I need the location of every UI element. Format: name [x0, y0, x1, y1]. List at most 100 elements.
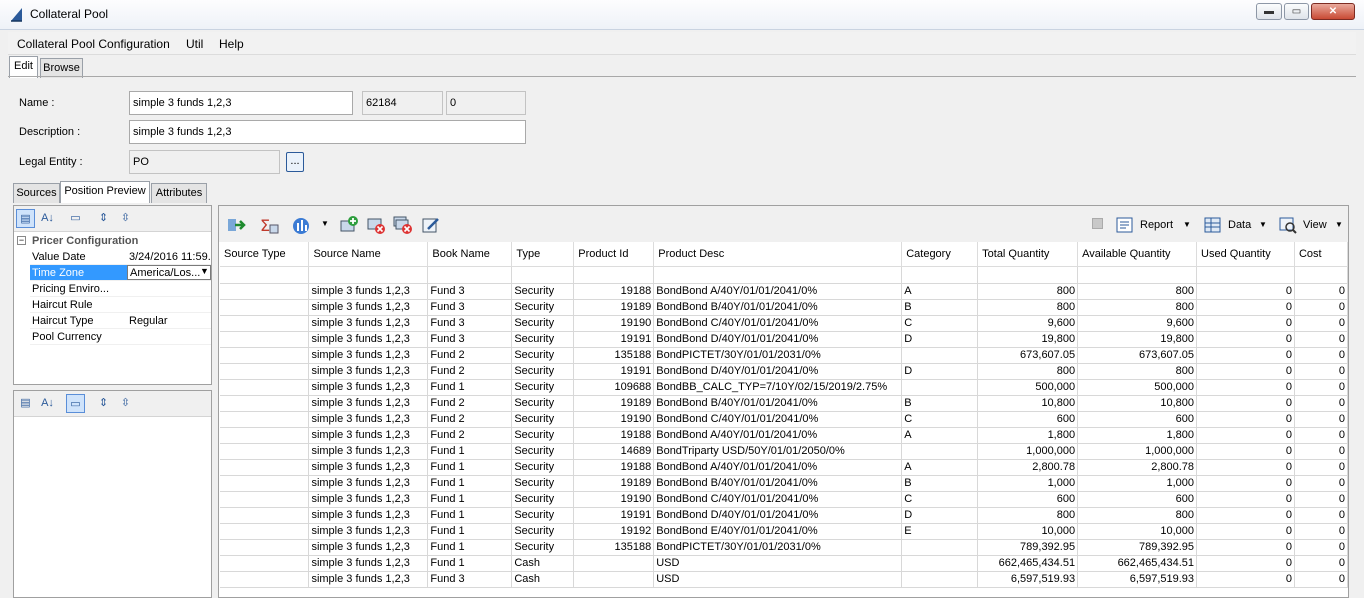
- sort-az-icon[interactable]: A↓: [38, 394, 57, 413]
- table-row[interactable]: simple 3 funds 1,2,3 Fund 1 Security 109688…: [220, 379, 1348, 396]
- sort-az-icon[interactable]: A↓: [38, 209, 57, 228]
- table-row[interactable]: simple 3 funds 1,2,3 Fund 1 Security 19188 B…: [220, 459, 1348, 476]
- sum-icon[interactable]: Σ: [259, 215, 279, 235]
- table-row[interactable]: simple 3 funds 1,2,3 Fund 2 Security 19188 B…: [220, 427, 1348, 444]
- filter-cell[interactable]: [653, 266, 903, 284]
- report-icon[interactable]: [1115, 215, 1135, 235]
- table-row[interactable]: simple 3 funds 1,2,3 Fund 2 Security 19191 B…: [220, 363, 1348, 380]
- chart-dropdown-icon[interactable]: ▼: [321, 219, 329, 228]
- column-header[interactable]: Category: [901, 242, 979, 267]
- column-header[interactable]: Total Quantity: [977, 242, 1079, 267]
- time-zone-dropdown[interactable]: America/Los... ▼: [127, 265, 211, 280]
- data-icon[interactable]: [1203, 215, 1223, 235]
- property-row[interactable]: Pool Currency: [30, 329, 211, 345]
- filter-cell[interactable]: [977, 266, 1079, 284]
- table-cell: [220, 443, 310, 460]
- table-cell: 0: [1294, 411, 1348, 428]
- name-field[interactable]: simple 3 funds 1,2,3: [129, 91, 353, 115]
- load-positions-icon[interactable]: [227, 215, 247, 235]
- stop-icon[interactable]: [1092, 218, 1103, 229]
- column-header[interactable]: Used Quantity: [1196, 242, 1295, 267]
- table-row[interactable]: simple 3 funds 1,2,3 Fund 1 Security 135188…: [220, 539, 1348, 556]
- filter-cell[interactable]: [901, 266, 979, 284]
- table-cell: 9,600: [1077, 315, 1198, 332]
- table-row[interactable]: simple 3 funds 1,2,3 Fund 3 Cash USD 6,597,5…: [220, 571, 1348, 588]
- remove-all-icon[interactable]: [393, 215, 413, 235]
- property-row-selected[interactable]: Time Zone America/Los... ▼: [30, 265, 211, 281]
- description-icon[interactable]: ▭: [66, 209, 85, 228]
- column-header[interactable]: Available Quantity: [1077, 242, 1198, 267]
- expand-all-icon[interactable]: ⇕: [94, 394, 113, 413]
- report-label[interactable]: Report: [1140, 219, 1173, 231]
- column-header[interactable]: Cost: [1294, 242, 1348, 267]
- table-row[interactable]: simple 3 funds 1,2,3 Fund 3 Security 19191 B…: [220, 331, 1348, 348]
- property-row[interactable]: Haircut Type Regular: [30, 313, 211, 329]
- table-row[interactable]: simple 3 funds 1,2,3 Fund 1 Security 19191 B…: [220, 507, 1348, 524]
- table-row[interactable]: simple 3 funds 1,2,3 Fund 2 Security 19189 B…: [220, 395, 1348, 412]
- filter-cell[interactable]: [1294, 266, 1348, 284]
- view-label[interactable]: View: [1303, 219, 1327, 231]
- filter-cell[interactable]: [427, 266, 513, 284]
- tab-position-preview[interactable]: Position Preview: [60, 181, 150, 203]
- table-row[interactable]: simple 3 funds 1,2,3 Fund 3 Security 19189 B…: [220, 299, 1348, 316]
- view-icon[interactable]: [1278, 215, 1298, 235]
- column-header[interactable]: Product Id: [573, 242, 655, 267]
- column-header[interactable]: Source Type: [220, 242, 310, 267]
- table-row[interactable]: simple 3 funds 1,2,3 Fund 1 Cash USD 662,465…: [220, 555, 1348, 572]
- property-row[interactable]: Value Date 3/24/2016 11:59...: [30, 249, 211, 265]
- table-cell: simple 3 funds 1,2,3: [308, 411, 429, 428]
- property-group-header[interactable]: − Pricer Configuration: [15, 234, 211, 250]
- menu-help[interactable]: Help: [219, 37, 244, 51]
- table-row[interactable]: simple 3 funds 1,2,3 Fund 3 Security 19190 B…: [220, 315, 1348, 332]
- collapse-all-icon[interactable]: ⇳: [116, 209, 135, 228]
- collapse-group-icon[interactable]: −: [17, 236, 26, 245]
- filter-cell[interactable]: [573, 266, 655, 284]
- table-cell: 0: [1196, 539, 1295, 556]
- report-dropdown-icon[interactable]: ▼: [1183, 220, 1191, 229]
- view-dropdown-icon[interactable]: ▼: [1335, 220, 1343, 229]
- filter-cell[interactable]: [220, 266, 310, 284]
- categorized-icon[interactable]: ▤: [16, 394, 35, 413]
- table-row[interactable]: simple 3 funds 1,2,3 Fund 3 Security 19188 B…: [220, 283, 1348, 300]
- column-header[interactable]: Type: [511, 242, 575, 267]
- description-field[interactable]: simple 3 funds 1,2,3: [129, 120, 526, 144]
- column-header[interactable]: Book Name: [427, 242, 513, 267]
- table-row[interactable]: simple 3 funds 1,2,3 Fund 2 Security 135188…: [220, 347, 1348, 364]
- tab-sources[interactable]: Sources: [13, 183, 60, 203]
- column-header[interactable]: Source Name: [308, 242, 429, 267]
- expand-all-icon[interactable]: ⇕: [94, 209, 113, 228]
- tab-browse[interactable]: Browse: [40, 58, 83, 78]
- table-cell: 0: [1294, 475, 1348, 492]
- table-row[interactable]: simple 3 funds 1,2,3 Fund 1 Security 19192 B…: [220, 523, 1348, 540]
- tab-attributes[interactable]: Attributes: [151, 183, 207, 203]
- filter-cell[interactable]: [1196, 266, 1295, 284]
- add-icon[interactable]: [339, 215, 359, 235]
- minimize-button[interactable]: ▬: [1256, 3, 1282, 20]
- table-row[interactable]: simple 3 funds 1,2,3 Fund 1 Security 19190 B…: [220, 491, 1348, 508]
- maximize-button[interactable]: ▭: [1284, 3, 1309, 20]
- table-row[interactable]: simple 3 funds 1,2,3 Fund 1 Security 14689 B…: [220, 443, 1348, 460]
- property-row[interactable]: Haircut Rule: [30, 297, 211, 313]
- remove-icon[interactable]: [366, 215, 386, 235]
- data-label[interactable]: Data: [1228, 219, 1251, 231]
- description-icon[interactable]: ▭: [66, 394, 85, 413]
- menu-util[interactable]: Util: [186, 37, 203, 51]
- filter-cell[interactable]: [308, 266, 429, 284]
- tab-edit[interactable]: Edit: [9, 56, 38, 78]
- edit-icon[interactable]: [421, 215, 441, 235]
- filter-cell[interactable]: [1077, 266, 1198, 284]
- table-row[interactable]: simple 3 funds 1,2,3 Fund 1 Security 19189 B…: [220, 475, 1348, 492]
- close-button[interactable]: ✕: [1311, 3, 1355, 20]
- collapse-all-icon[interactable]: ⇳: [116, 394, 135, 413]
- categorized-icon[interactable]: ▤: [16, 209, 35, 228]
- filter-cell[interactable]: [511, 266, 575, 284]
- table-row[interactable]: simple 3 funds 1,2,3 Fund 2 Security 19190 B…: [220, 411, 1348, 428]
- property-row[interactable]: Pricing Enviro...: [30, 281, 211, 297]
- menu-collateral-pool-configuration[interactable]: Collateral Pool Configuration: [17, 37, 170, 51]
- chevron-down-icon[interactable]: ▼: [200, 266, 209, 276]
- table-cell: 135188: [573, 539, 655, 556]
- column-header[interactable]: Product Desc: [653, 242, 903, 267]
- data-dropdown-icon[interactable]: ▼: [1259, 220, 1267, 229]
- chart-icon[interactable]: [291, 215, 311, 235]
- legal-entity-browse-button[interactable]: ...: [286, 152, 304, 172]
